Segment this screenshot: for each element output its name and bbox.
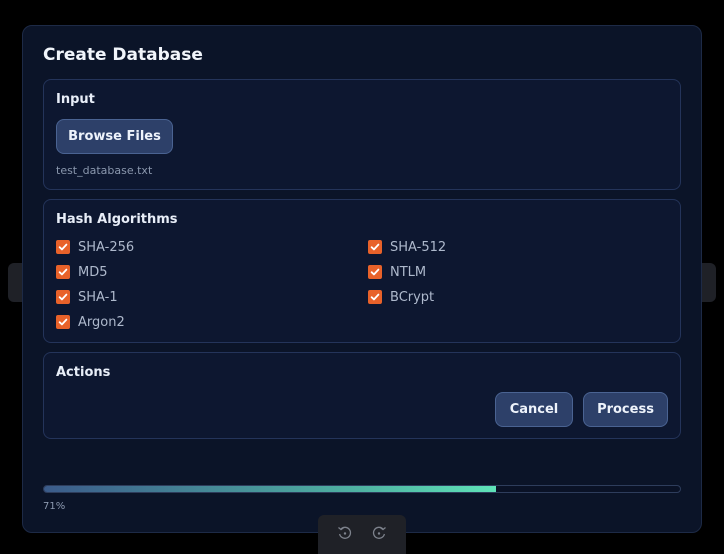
algorithm-label: SHA-1: [78, 289, 118, 305]
selected-filename: test_database.txt: [56, 164, 153, 177]
actions-panel: Actions Cancel Process: [43, 352, 681, 439]
checkbox[interactable]: [56, 315, 70, 329]
create-database-dialog: Create Database Input Browse Files test_…: [22, 25, 702, 533]
algorithm-label: SHA-256: [78, 239, 135, 255]
hash-algorithms-label: Hash Algorithms: [56, 212, 178, 227]
checkbox[interactable]: [368, 265, 382, 279]
checkmark-icon: [58, 318, 68, 326]
algorithm-label: BCrypt: [390, 289, 435, 305]
cancel-label: Cancel: [509, 402, 559, 417]
progress-percent: 71%: [43, 501, 66, 512]
checkbox[interactable]: [368, 240, 382, 254]
checkmark-icon: [370, 268, 380, 276]
algorithm-label: NTLM: [390, 264, 427, 280]
algorithm-checkbox-item[interactable]: SHA-256: [56, 239, 134, 255]
checkmark-icon: [370, 243, 380, 251]
cancel-button[interactable]: Cancel: [495, 392, 573, 427]
checkmark-icon: [58, 243, 68, 251]
checkmark-icon: [370, 293, 380, 301]
hash-algorithms-panel: Hash Algorithms SHA-256 SHA-512 MD5 NTLM SHA…: [43, 199, 681, 343]
dialog-title: Create Database: [43, 45, 203, 65]
algorithm-checkbox-item[interactable]: NTLM: [368, 264, 426, 280]
algorithm-checkbox-item[interactable]: SHA-512: [368, 239, 446, 255]
process-label: Process: [597, 402, 654, 417]
progress-bar: [43, 485, 681, 493]
checkmark-icon: [58, 268, 68, 276]
algorithm-checkbox-item[interactable]: MD5: [56, 264, 108, 280]
input-section-label: Input: [56, 92, 95, 107]
rotate-right-icon[interactable]: [371, 525, 387, 545]
checkbox[interactable]: [56, 265, 70, 279]
checkbox[interactable]: [368, 290, 382, 304]
process-button[interactable]: Process: [583, 392, 668, 427]
browse-files-label: Browse Files: [68, 129, 161, 144]
checkmark-icon: [58, 293, 68, 301]
checkbox[interactable]: [56, 290, 70, 304]
input-panel: Input Browse Files test_database.txt: [43, 79, 681, 190]
algorithm-checkbox-item[interactable]: BCrypt: [368, 289, 434, 305]
algorithm-label: MD5: [78, 264, 108, 280]
actions-section-label: Actions: [56, 365, 111, 380]
algorithm-label: Argon2: [78, 314, 125, 330]
algorithm-label: SHA-512: [390, 239, 447, 255]
checkbox[interactable]: [56, 240, 70, 254]
progress-bar-fill: [44, 486, 496, 492]
rotate-left-icon[interactable]: [337, 525, 353, 545]
browse-files-button[interactable]: Browse Files: [56, 119, 173, 154]
algorithm-checkbox-item[interactable]: Argon2: [56, 314, 125, 330]
algorithm-checkbox-item[interactable]: SHA-1: [56, 289, 118, 305]
rotate-toolbar: [318, 515, 406, 554]
